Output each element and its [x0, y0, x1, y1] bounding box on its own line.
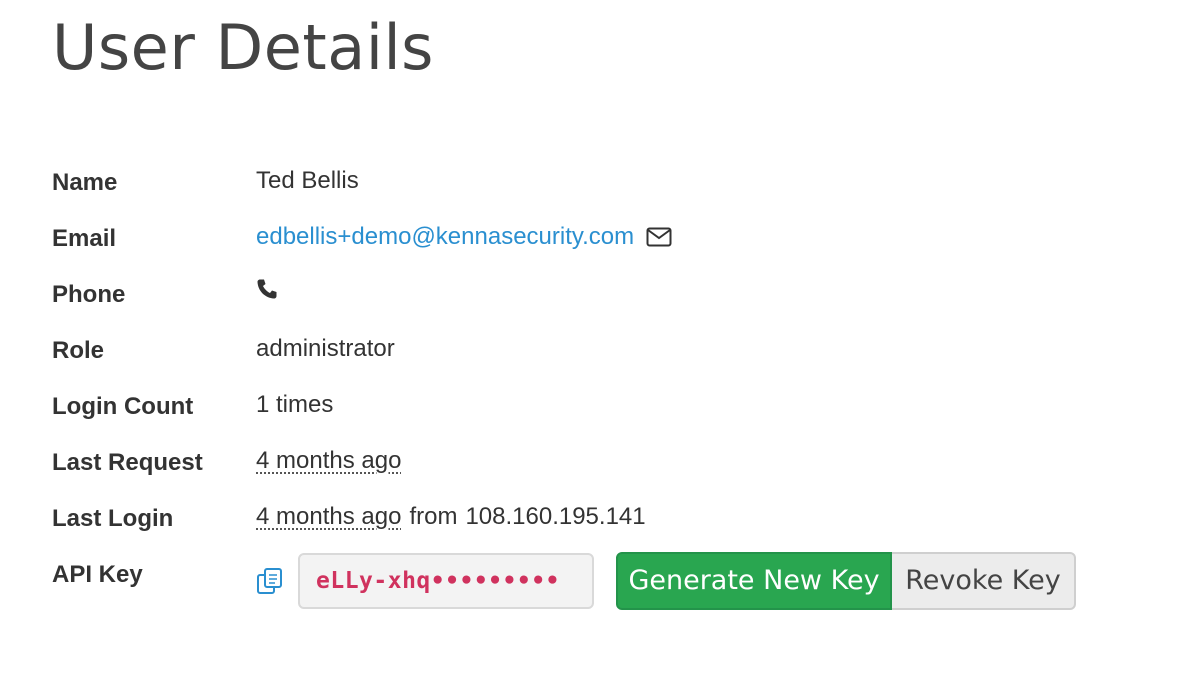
last-login-from: from — [409, 503, 458, 530]
detail-row-last-login: Last Login 4 months ago from 108.160.195… — [52, 496, 1152, 552]
generate-new-key-button[interactable]: Generate New Key — [616, 552, 892, 610]
detail-row-login-count: Login Count 1 times — [52, 384, 1152, 440]
login-count-value: 1 times — [256, 391, 334, 418]
api-key-button-group: Generate New Key Revoke Key — [616, 552, 1076, 610]
name-label: Name — [52, 169, 118, 196]
name-value: Ted Bellis — [256, 167, 359, 194]
role-label: Role — [52, 337, 105, 364]
copy-icon[interactable] — [256, 567, 284, 595]
last-request-value: 4 months ago — [256, 447, 402, 474]
phone-icon — [256, 278, 278, 300]
detail-row-role: Role administrator — [52, 328, 1152, 384]
detail-row-api-key: API Key eLLy-xhq••••••••• Generate New K… — [52, 552, 1152, 610]
detail-row-phone: Phone — [52, 272, 1152, 328]
envelope-icon[interactable] — [646, 227, 672, 247]
last-login-ip: 108.160.195.141 — [465, 503, 646, 530]
detail-row-name: Name Ted Bellis — [52, 160, 1152, 216]
email-label: Email — [52, 225, 117, 252]
email-link[interactable]: edbellis+demo@kennasecurity.com — [256, 222, 634, 252]
api-key-field[interactable]: eLLy-xhq••••••••• — [298, 553, 594, 609]
last-request-label: Last Request — [52, 449, 203, 476]
detail-row-last-request: Last Request 4 months ago — [52, 440, 1152, 496]
phone-label: Phone — [52, 281, 126, 308]
login-count-label: Login Count — [52, 393, 194, 420]
detail-row-email: Email edbellis+demo@kennasecurity.com — [52, 216, 1152, 272]
page-title: User Details — [52, 11, 434, 84]
role-value: administrator — [256, 335, 395, 362]
last-login-label: Last Login — [52, 505, 174, 532]
revoke-key-button[interactable]: Revoke Key — [892, 552, 1076, 610]
api-key-label: API Key — [52, 561, 143, 588]
user-details-list: Name Ted Bellis Email edbellis+demo@kenn… — [52, 160, 1152, 610]
last-login-relative: 4 months ago — [256, 503, 402, 530]
